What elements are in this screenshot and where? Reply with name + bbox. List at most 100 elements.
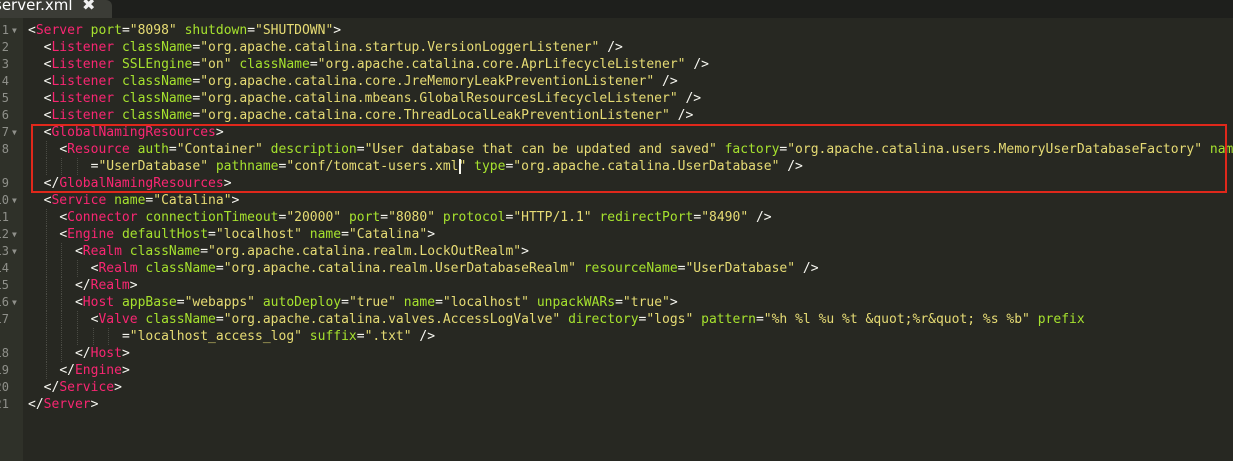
- code-token: >: [114, 380, 122, 395]
- code-token: "org.apache.catalina.core.JreMemoryLeakP…: [200, 74, 655, 89]
- code-text: </Realm>: [75, 277, 138, 294]
- code-token: </: [74, 346, 91, 361]
- fold-arrow-icon[interactable]: ▼: [12, 124, 17, 141]
- code-line[interactable]: 6 <Listener className="org.apache.catalin…: [0, 107, 1233, 124]
- line-number-text: 2: [1, 40, 9, 54]
- code-token: =: [121, 329, 130, 344]
- code-token: pattern: [701, 312, 756, 327]
- code-token: <: [74, 244, 83, 259]
- code-token: >: [121, 346, 130, 361]
- line-number-text: 18: [0, 346, 9, 360]
- code-token: </: [28, 397, 44, 412]
- indent-guide: [45, 294, 47, 311]
- line-number-text: 16: [0, 295, 9, 309]
- code-line[interactable]: 14 <Realm className="org.apache.catalina.…: [0, 260, 1233, 277]
- code-token: "org.apache.catalina.mbeans.GlobalResour…: [200, 91, 678, 106]
- fold-arrow-icon[interactable]: ▼: [12, 192, 17, 209]
- line-number-text: 19: [0, 363, 9, 377]
- tab-server-xml[interactable]: server.xml ✖: [0, 0, 112, 18]
- fold-arrow-icon[interactable]: ▼: [12, 226, 17, 243]
- indent-guide: [45, 243, 47, 260]
- code-line[interactable]: ="localhost_access_log" suffix=".txt" />: [0, 328, 1233, 345]
- code-token: "%h %l %u %t &quot;%r&quot; %s %b": [763, 312, 1030, 327]
- code-token: "localhost": [442, 295, 529, 310]
- code-line[interactable]: 13▼ <Realm className="org.apache.catalina…: [0, 243, 1233, 260]
- code-token: =: [341, 227, 349, 242]
- line-number-text: 4: [1, 74, 9, 88]
- code-token: "localhost": [215, 227, 302, 242]
- code-token: />: [654, 74, 678, 89]
- code-token: =: [247, 23, 256, 38]
- code-line[interactable]: 10▼ <Service name="Catalina">: [0, 192, 1233, 209]
- close-icon[interactable]: ✖: [82, 0, 95, 13]
- code-line[interactable]: 3 <Listener SSLEngine="on" className="org…: [0, 56, 1233, 73]
- indent-guide: [45, 209, 47, 226]
- code-text: <Realm className="org.apache.catalina.re…: [91, 260, 819, 277]
- code-token: Realm: [82, 244, 122, 259]
- code-line[interactable]: 17 <Valve className="org.apache.catalina.…: [0, 311, 1233, 328]
- code-token: appBase: [121, 295, 177, 310]
- line-number-text: 1: [1, 23, 9, 37]
- code-token: <: [74, 295, 83, 310]
- code-token: name: [403, 295, 436, 310]
- code-token: resourceName: [583, 261, 678, 276]
- fold-arrow-icon[interactable]: ▼: [12, 243, 17, 260]
- code-token: Server: [35, 23, 83, 38]
- code-token: >: [121, 363, 130, 378]
- line-number-text: 6: [1, 108, 9, 122]
- code-token: Valve: [98, 312, 138, 327]
- code-token: </: [43, 380, 60, 395]
- indent-guide: [76, 260, 78, 277]
- indent-guide: [76, 311, 78, 328]
- code-token: "org.apache.catalina.realm.LockOutRealm": [208, 244, 522, 259]
- code-token: connectionTimeout: [145, 210, 279, 225]
- fold-arrow-icon[interactable]: ▼: [12, 22, 17, 39]
- code-token: "Catalina": [153, 193, 232, 208]
- code-line[interactable]: 4 <Listener className="org.apache.catalin…: [0, 73, 1233, 90]
- line-number-text: 14: [0, 261, 9, 275]
- code-line[interactable]: 12▼<Engine defaultHost="localhost" name=…: [0, 226, 1233, 243]
- line-number-text: 7: [1, 125, 9, 139]
- indent-guide: [61, 311, 63, 328]
- code-line[interactable]: 16▼ <Host appBase="webapps" autoDeploy="t…: [0, 294, 1233, 311]
- code-line[interactable]: 18 </Host>: [0, 345, 1233, 362]
- code-line[interactable]: 1 ▼ <Server port="8098" shutdown="SHUTDOWN…: [0, 22, 1233, 39]
- code-line[interactable]: 19 </Engine>: [0, 362, 1233, 379]
- code-token: Server: [43, 397, 91, 412]
- code-token: SSLEngine: [121, 57, 193, 72]
- code-text: <Listener className="org.apache.catalina…: [44, 90, 701, 107]
- code-token: className: [121, 74, 193, 89]
- code-token: >: [129, 278, 138, 293]
- code-token: "localhost_access_log": [129, 329, 302, 344]
- code-line[interactable]: 11 <Connector connectionTimeout = "20000" p…: [0, 209, 1233, 226]
- code-token: <: [28, 23, 36, 38]
- code-text: <Listener className="org.apache.catalina…: [44, 107, 694, 124]
- code-token: </: [59, 363, 75, 378]
- code-text: </Server>: [28, 396, 98, 413]
- code-token: Host: [82, 295, 115, 310]
- code-line[interactable]: 15 </Realm>: [0, 277, 1233, 294]
- code-line[interactable]: 21 </Server>: [0, 396, 1233, 413]
- code-token: Listener: [51, 57, 115, 72]
- code-token: className: [129, 244, 201, 259]
- code-line[interactable]: 5 <Listener className="org.apache.catalin…: [0, 90, 1233, 107]
- code-token: >: [427, 227, 436, 242]
- code-line[interactable]: 2 <Listener className="org.apache.catalin…: [0, 39, 1233, 56]
- code-line[interactable]: 20 </Service>: [0, 379, 1233, 396]
- code-text: <Host appBase="webapps" autoDeploy="true…: [75, 294, 678, 311]
- code-token: =: [356, 329, 365, 344]
- code-token: className: [145, 312, 216, 327]
- line-number-text: 17: [0, 312, 9, 326]
- fold-arrow-icon[interactable]: ▼: [12, 294, 17, 311]
- code-token: />: [677, 91, 702, 106]
- code-text: </Engine>: [59, 362, 129, 379]
- code-token: port: [348, 210, 381, 225]
